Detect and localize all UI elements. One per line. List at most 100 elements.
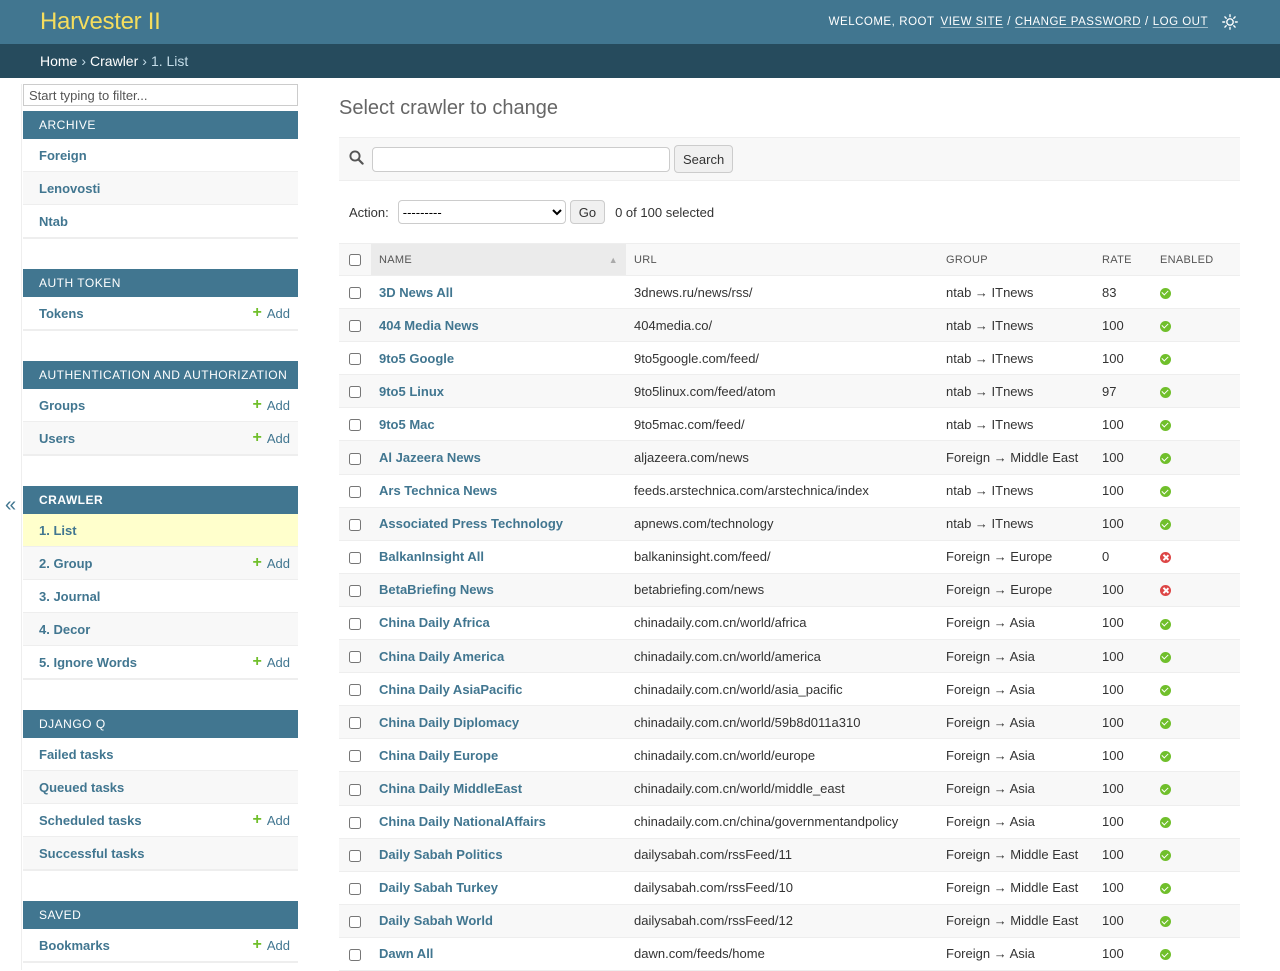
row-select-checkbox[interactable] — [349, 452, 361, 465]
crawler-link[interactable]: China Daily MiddleEast — [379, 781, 522, 796]
crawler-link[interactable]: Daily Sabah World — [379, 913, 493, 928]
breadcrumb-home[interactable]: Home — [40, 53, 77, 69]
sidebar-item-link[interactable]: 1. List — [39, 523, 77, 538]
add-link[interactable]: + Add — [253, 937, 290, 953]
row-select-checkbox[interactable] — [349, 419, 361, 432]
toggle-nav-sidebar-button[interactable]: « — [0, 84, 22, 970]
column-header-group[interactable]: Group — [938, 243, 1094, 276]
add-link[interactable]: + Add — [253, 555, 290, 571]
sidebar-item-link[interactable]: Successful tasks — [39, 846, 145, 861]
row-select-checkbox[interactable] — [349, 386, 361, 399]
module-caption[interactable]: Archive — [23, 111, 298, 139]
theme-toggle-icon[interactable] — [1222, 14, 1238, 30]
row-select-checkbox[interactable] — [349, 353, 361, 366]
crawler-link[interactable]: 404 Media News — [379, 318, 479, 333]
row-select-checkbox[interactable] — [349, 717, 361, 730]
row-select-checkbox[interactable] — [349, 287, 361, 300]
sidebar-item-link[interactable]: Scheduled tasks — [39, 813, 142, 828]
add-link[interactable]: + Add — [253, 430, 290, 446]
nav-filter-input[interactable] — [23, 84, 298, 106]
crawler-link[interactable]: China Daily Africa — [379, 615, 490, 630]
module-caption[interactable]: Saved — [23, 901, 298, 929]
sidebar-item-link[interactable]: Users — [39, 431, 75, 446]
name-cell: Al Jazeera News — [371, 440, 626, 475]
column-header-rate[interactable]: Rate — [1094, 243, 1152, 276]
row-select-checkbox[interactable] — [349, 816, 361, 829]
sort-ascending-icon[interactable]: ▲ — [609, 255, 618, 265]
crawler-link[interactable]: 9to5 Google — [379, 351, 454, 366]
row-select-checkbox[interactable] — [349, 320, 361, 333]
module-caption[interactable]: Crawler — [23, 486, 298, 514]
crawler-link[interactable]: China Daily AsiaPacific — [379, 682, 522, 697]
crawler-link[interactable]: 3D News All — [379, 285, 453, 300]
sidebar-item-link[interactable]: 2. Group — [39, 556, 92, 571]
row-select-checkbox[interactable] — [349, 551, 361, 564]
sidebar-item-link[interactable]: Groups — [39, 398, 85, 413]
action-label: Action: — [349, 204, 389, 220]
module-caption[interactable]: Django Q — [23, 710, 298, 738]
site-branding[interactable]: Harvester II — [40, 8, 161, 36]
row-select-checkbox[interactable] — [349, 584, 361, 597]
check-circle-icon — [1160, 353, 1171, 365]
row-select-cell — [339, 838, 371, 872]
add-link[interactable]: + Add — [253, 812, 290, 828]
sidebar-item-link[interactable]: Lenovosti — [39, 181, 100, 196]
row-select-checkbox[interactable] — [349, 518, 361, 531]
row-select-checkbox[interactable] — [349, 849, 361, 862]
crawler-link[interactable]: Associated Press Technology — [379, 516, 563, 531]
view-site-link[interactable]: View site — [941, 16, 1004, 28]
row-select-checkbox[interactable] — [349, 684, 361, 697]
crawler-link[interactable]: China Daily Europe — [379, 748, 498, 763]
add-link[interactable]: + Add — [253, 654, 290, 670]
go-button[interactable]: Go — [569, 200, 606, 224]
add-link[interactable]: + Add — [253, 397, 290, 413]
crawler-link[interactable]: Daily Sabah Politics — [379, 847, 503, 862]
select-all-checkbox[interactable] — [349, 253, 361, 266]
sidebar-item-link[interactable]: 4. Decor — [39, 622, 90, 637]
column-header-name[interactable]: Name ▲ — [371, 243, 626, 276]
add-link-label: Add — [266, 397, 290, 413]
crawler-link[interactable]: 9to5 Linux — [379, 384, 444, 399]
crawler-link[interactable]: 9to5 Mac — [379, 417, 435, 432]
sidebar-item-link[interactable]: 3. Journal — [39, 589, 100, 604]
change-password-link[interactable]: Change password — [1015, 16, 1141, 28]
name-cell: BalkanInsight All — [371, 540, 626, 574]
crawler-link[interactable]: Al Jazeera News — [379, 450, 481, 465]
row-select-checkbox[interactable] — [349, 651, 361, 664]
sidebar-item-link[interactable]: Queued tasks — [39, 780, 124, 795]
sidebar-item-link[interactable]: 5. Ignore Words — [39, 655, 137, 670]
crawler-link[interactable]: Ars Technica News — [379, 483, 497, 498]
row-select-checkbox[interactable] — [349, 882, 361, 895]
crawler-link[interactable]: China Daily NationalAffairs — [379, 814, 546, 829]
breadcrumb-crawler[interactable]: Crawler — [90, 53, 138, 69]
module-caption[interactable]: Auth Token — [23, 269, 298, 297]
sidebar-item-link[interactable]: Tokens — [39, 306, 84, 321]
column-header-enabled[interactable]: Enabled — [1152, 243, 1240, 276]
module-caption[interactable]: Authentication and Authorization — [23, 361, 298, 389]
action-select[interactable]: --------- — [397, 200, 566, 224]
sidebar-item-link[interactable]: Bookmarks — [39, 938, 110, 953]
enabled-cell — [1152, 639, 1240, 674]
crawler-link[interactable]: BalkanInsight All — [379, 549, 484, 564]
crawler-link[interactable]: BetaBriefing News — [379, 582, 494, 597]
sidebar-item-link[interactable]: Ntab — [39, 214, 68, 229]
search-input[interactable] — [372, 146, 670, 172]
crawler-link[interactable]: Dawn All — [379, 946, 433, 961]
crawler-link[interactable]: China Daily America — [379, 649, 504, 664]
add-link[interactable]: + Add — [253, 305, 290, 321]
url-cell: betabriefing.com/news — [626, 573, 938, 607]
row-select-checkbox[interactable] — [349, 750, 361, 763]
row-select-checkbox[interactable] — [349, 948, 361, 961]
row-select-checkbox[interactable] — [349, 485, 361, 498]
sidebar-item-link[interactable]: Failed tasks — [39, 747, 113, 762]
column-header-url[interactable]: URL — [626, 243, 938, 276]
crawler-link[interactable]: China Daily Diplomacy — [379, 715, 519, 730]
rate-cell: 100 — [1094, 705, 1152, 740]
row-select-checkbox[interactable] — [349, 915, 361, 928]
log-out-link[interactable]: Log out — [1153, 16, 1208, 28]
crawler-link[interactable]: Daily Sabah Turkey — [379, 880, 498, 895]
search-button[interactable]: Search — [674, 145, 734, 173]
row-select-checkbox[interactable] — [349, 618, 361, 631]
sidebar-item-link[interactable]: Foreign — [39, 148, 87, 163]
row-select-checkbox[interactable] — [349, 783, 361, 796]
